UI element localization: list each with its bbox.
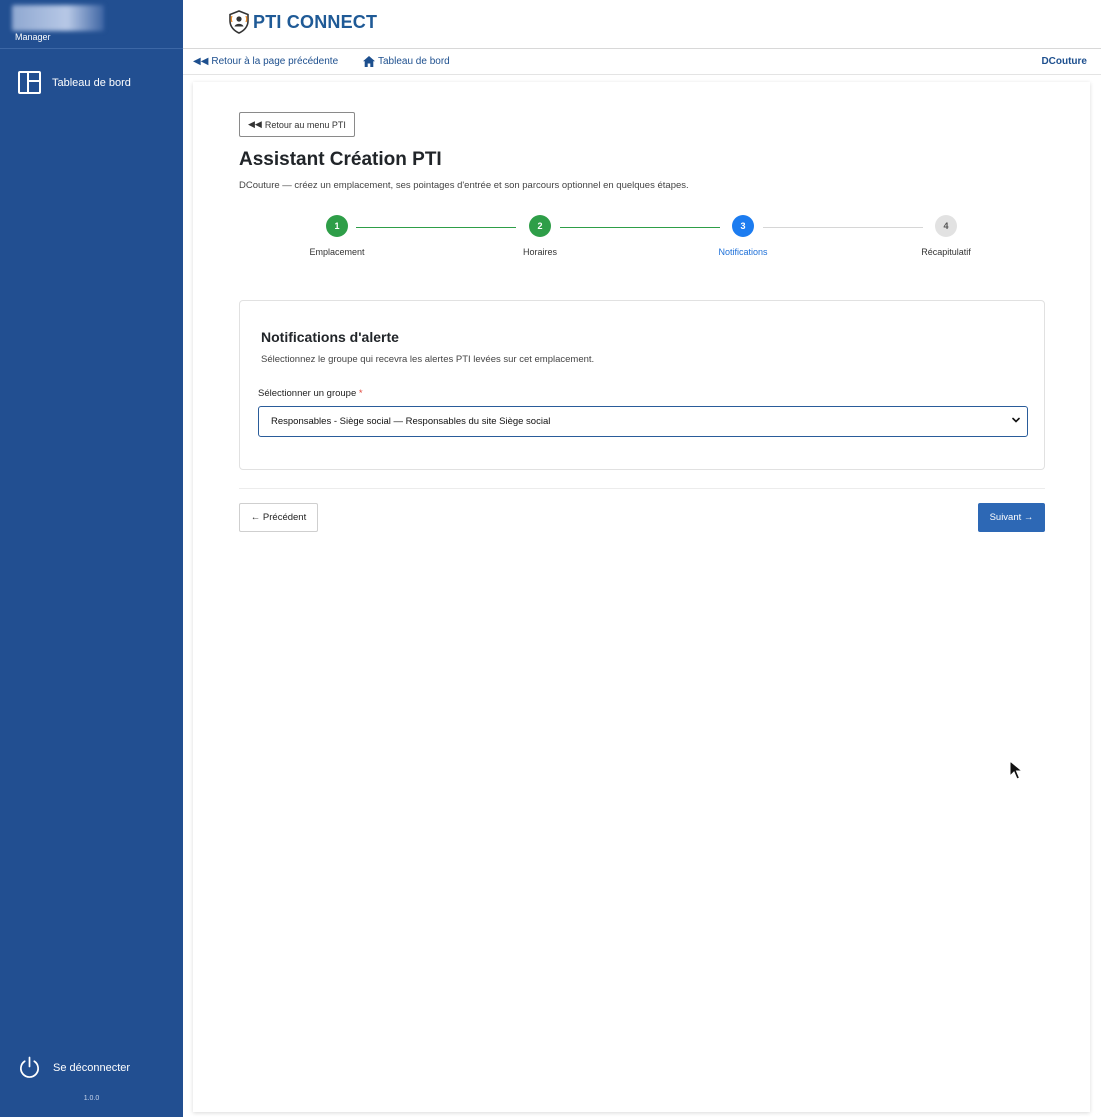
next-button[interactable]: Suivant → — [978, 503, 1045, 532]
main-content: ◀◀ Retour au menu PTI Assistant Création… — [193, 82, 1090, 1112]
step-number: 4 — [935, 215, 957, 237]
back-menu-label: Retour au menu PTI — [264, 119, 346, 130]
app-version: 1.0.0 — [83, 1095, 100, 1102]
top-header: PTI CONNECT — [183, 0, 1101, 49]
page-title: Assistant Création PTI — [239, 149, 442, 170]
group-select[interactable]: Responsables - Siège social — Responsabl… — [258, 406, 1028, 437]
breadcrumb-bar: ◀◀ Retour à la page précédente Tableau d… — [183, 50, 1101, 75]
step-number: 1 — [326, 215, 348, 237]
group-select-value: Responsables - Siège social — Responsabl… — [271, 416, 551, 427]
power-icon — [20, 1056, 39, 1078]
logo-text: PTI CONNECT — [253, 11, 378, 32]
step-horaires[interactable]: 2 Horaires — [480, 214, 600, 257]
logout-button[interactable]: Se déconnecter — [18, 1056, 130, 1079]
step-label: Emplacement — [309, 247, 365, 257]
rewind-icon: ◀◀ — [248, 119, 262, 129]
current-user[interactable]: DCouture — [1041, 56, 1087, 67]
group-select-label: Sélectionner un groupe * — [258, 388, 363, 399]
wizard-stepper: 1 Emplacement 2 Horaires 3 Notifications… — [193, 214, 1090, 274]
home-icon — [363, 56, 375, 67]
user-role: Manager — [15, 32, 51, 42]
sidebar: Manager Tableau de bord Se déconnecter 1… — [0, 0, 183, 1117]
actions-divider — [239, 488, 1045, 489]
page-subtitle: DCouture — créez un emplacement, ses poi… — [239, 180, 689, 191]
dashboard-link-label: Tableau de bord — [378, 56, 450, 67]
mouse-pointer-icon — [1009, 760, 1023, 780]
step-number: 2 — [529, 215, 551, 237]
step-number: 3 — [732, 215, 754, 237]
logout-label: Se déconnecter — [53, 1061, 131, 1074]
step-notifications[interactable]: 3 Notifications — [683, 214, 803, 257]
back-to-pti-menu-button[interactable]: ◀◀ Retour au menu PTI — [239, 112, 355, 137]
back-to-previous-link[interactable]: ◀◀ Retour à la page précédente — [193, 56, 338, 67]
step-emplacement[interactable]: 1 Emplacement — [277, 214, 397, 257]
step-label: Horaires — [522, 247, 557, 257]
step-recapitulatif[interactable]: 4 Récapitulatif — [886, 214, 1006, 257]
step-label: Récapitulatif — [921, 247, 971, 257]
previous-button[interactable]: ← Précédent — [239, 503, 318, 532]
user-name-redacted — [12, 5, 104, 31]
chevron-down-icon — [1012, 417, 1020, 423]
sidebar-item-dashboard[interactable]: Tableau de bord — [18, 71, 131, 94]
panel-description: Sélectionnez le groupe qui recevra les a… — [261, 354, 595, 365]
panel-title: Notifications d'alerte — [261, 329, 399, 345]
rewind-icon: ◀◀ — [193, 56, 209, 67]
required-mark: * — [358, 388, 363, 399]
app-logo[interactable]: PTI CONNECT — [228, 10, 377, 34]
notifications-panel: Notifications d'alerte Sélectionnez le g… — [239, 300, 1045, 470]
group-select-label-text: Sélectionner un groupe — [258, 388, 357, 399]
back-link-label: Retour à la page précédente — [211, 56, 339, 67]
sidebar-item-label: Tableau de bord — [52, 76, 131, 89]
sidebar-divider — [0, 48, 183, 49]
step-label: Notifications — [718, 247, 768, 257]
dashboard-link[interactable]: Tableau de bord — [363, 56, 450, 67]
dashboard-icon — [18, 71, 41, 94]
shield-logo-icon — [229, 10, 249, 34]
